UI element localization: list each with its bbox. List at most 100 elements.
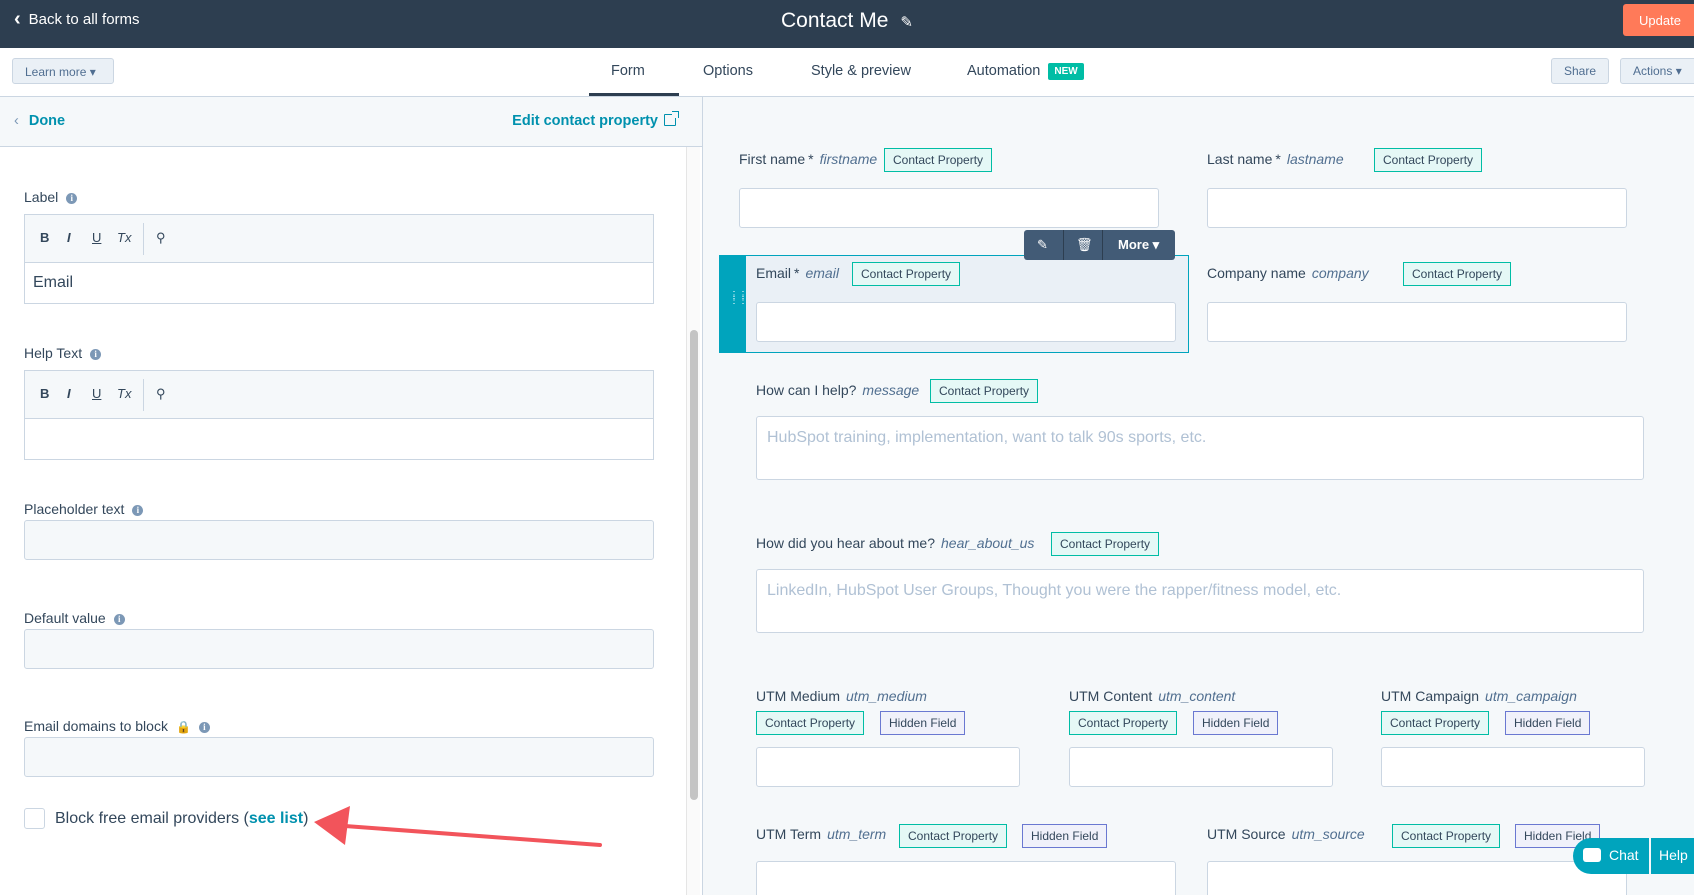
scrollbar-thumb[interactable]: [690, 330, 698, 800]
field-label-text: UTM Term: [756, 826, 822, 842]
info-icon[interactable]: i: [132, 505, 144, 516]
learn-more-dropdown[interactable]: Learn more ▾: [12, 58, 114, 84]
internal-name: utm_source: [1291, 826, 1365, 842]
edit-pencil-icon[interactable]: ✎: [1037, 237, 1048, 253]
bold-button[interactable]: B: [40, 230, 49, 245]
tab-options[interactable]: Options: [703, 63, 753, 79]
email-field[interactable]: [756, 302, 1176, 342]
contact-property-tag: Contact Property: [1392, 824, 1501, 848]
info-icon[interactable]: i: [90, 349, 102, 360]
link-icon[interactable]: ⚲: [156, 230, 166, 246]
block-free-text: Block free email providers (: [55, 810, 249, 827]
utm-content-field[interactable]: [1069, 747, 1333, 787]
hear-about-label: How did you hear about me? hear_about_us: [756, 535, 1034, 551]
info-icon[interactable]: i: [66, 193, 78, 204]
field-editor-panel: ‹ Done Edit contact property Label i B I U…: [0, 97, 703, 895]
clear-format-button[interactable]: Tx: [117, 230, 131, 245]
hidden-field-tag: Hidden Field: [1193, 711, 1279, 735]
drag-grip-icon: ⋮⋮ ⋮⋮: [729, 290, 748, 306]
internal-name: company: [1311, 265, 1369, 281]
chat-label: Chat: [1609, 847, 1639, 863]
update-button[interactable]: Update: [1623, 4, 1694, 36]
email-domains-title: Email domains to block 🔒 i: [24, 718, 210, 734]
company-name-label: Company name company: [1207, 265, 1369, 281]
placeholder-text-title: Placeholder text i: [24, 501, 144, 517]
info-icon[interactable]: i: [113, 614, 125, 625]
toolbar-divider: [143, 379, 144, 411]
field-label-text: How can I help?: [756, 382, 857, 398]
field-label-text: Email: [756, 265, 792, 281]
bold-button[interactable]: B: [40, 386, 49, 401]
utm-source-field[interactable]: [1207, 861, 1627, 895]
active-tab-indicator: [589, 93, 679, 96]
trash-icon[interactable]: 🗑: [1076, 237, 1093, 253]
utm-campaign-field[interactable]: [1381, 747, 1645, 787]
utm-medium-label: UTM Medium utm_medium: [756, 688, 927, 704]
internal-name: message: [862, 382, 920, 398]
tab-form[interactable]: Form: [611, 63, 645, 79]
share-button[interactable]: Share: [1551, 58, 1609, 84]
field-label-text: UTM Content: [1069, 688, 1153, 704]
tab-style-preview[interactable]: Style & preview: [811, 63, 911, 79]
internal-name: utm_medium: [846, 688, 927, 704]
underline-button[interactable]: U: [92, 230, 101, 245]
close-paren: ): [303, 810, 309, 827]
placeholder-text-input[interactable]: [24, 520, 654, 560]
done-button[interactable]: ‹ Done: [14, 113, 65, 129]
contact-property-tag: Contact Property: [1051, 532, 1160, 556]
email-domains-input[interactable]: [24, 737, 654, 777]
drag-handle[interactable]: ⋮⋮ ⋮⋮: [719, 255, 748, 353]
edit-contact-property-link[interactable]: Edit contact property: [512, 111, 679, 129]
help-text-title-text: Help Text: [24, 345, 83, 361]
link-icon[interactable]: ⚲: [156, 386, 166, 402]
help-text-input[interactable]: [25, 419, 653, 459]
top-bar: ‹ Back to all forms Contact Me ✎ Update: [0, 0, 1694, 48]
email-label: Email * email: [756, 265, 839, 281]
label-field-title: Label i: [24, 189, 78, 205]
actions-dropdown[interactable]: Actions ▾: [1620, 58, 1694, 84]
default-value-input[interactable]: [24, 629, 654, 669]
hidden-field-tag: Hidden Field: [1505, 711, 1591, 735]
first-name-field[interactable]: [739, 188, 1159, 228]
toolbar-divider: [1063, 230, 1064, 260]
utm-content-label: UTM Content utm_content: [1069, 688, 1235, 704]
label-input[interactable]: Email: [25, 263, 653, 303]
utm-term-field[interactable]: [756, 861, 1176, 895]
chat-bubble-icon: [1583, 848, 1601, 862]
block-free-email-checkbox[interactable]: [24, 808, 45, 829]
pencil-icon[interactable]: ✎: [900, 13, 913, 31]
clear-format-button[interactable]: Tx: [117, 386, 131, 401]
contact-property-tag: Contact Property: [852, 262, 961, 286]
toolbar-divider: [1102, 230, 1103, 260]
message-textarea[interactable]: HubSpot training, implementation, want t…: [756, 416, 1644, 480]
italic-button[interactable]: I: [67, 230, 71, 245]
see-list-link[interactable]: see list: [249, 810, 303, 827]
company-name-field[interactable]: [1207, 302, 1627, 342]
help-widget-button[interactable]: Help: [1651, 838, 1694, 874]
last-name-field[interactable]: [1207, 188, 1627, 228]
form-preview-canvas: First name * firstname Contact Property La…: [704, 97, 1694, 895]
info-icon[interactable]: i: [198, 722, 210, 733]
rte-toolbar: B I U Tx ⚲: [25, 371, 653, 419]
hear-about-textarea[interactable]: LinkedIn, HubSpot User Groups, Thought y…: [756, 569, 1644, 633]
field-label-text: UTM Source: [1207, 826, 1286, 842]
required-marker: *: [808, 151, 814, 167]
help-text-rich-text-editor: B I U Tx ⚲: [24, 370, 654, 460]
panel-scrollbar[interactable]: [686, 147, 700, 895]
tab-automation[interactable]: Automation NEW: [967, 63, 1084, 80]
chat-widget-button[interactable]: Chat: [1573, 838, 1649, 874]
panel-header: ‹ Done Edit contact property: [0, 97, 702, 147]
utm-medium-field[interactable]: [756, 747, 1020, 787]
internal-name: hear_about_us: [941, 535, 1035, 551]
field-label-text: First name: [739, 151, 806, 167]
label-rich-text-editor: B I U Tx ⚲ Email: [24, 214, 654, 304]
last-name-label: Last name * lastname: [1207, 151, 1344, 167]
italic-button[interactable]: I: [67, 386, 71, 401]
new-badge: NEW: [1048, 63, 1084, 80]
underline-button[interactable]: U: [92, 386, 101, 401]
contact-property-tag: Contact Property: [884, 148, 993, 172]
toolbar-divider: [143, 223, 144, 255]
more-dropdown[interactable]: More ▾: [1118, 237, 1159, 253]
contact-property-tag: Contact Property: [756, 711, 865, 735]
form-title[interactable]: Contact Me: [781, 9, 888, 32]
